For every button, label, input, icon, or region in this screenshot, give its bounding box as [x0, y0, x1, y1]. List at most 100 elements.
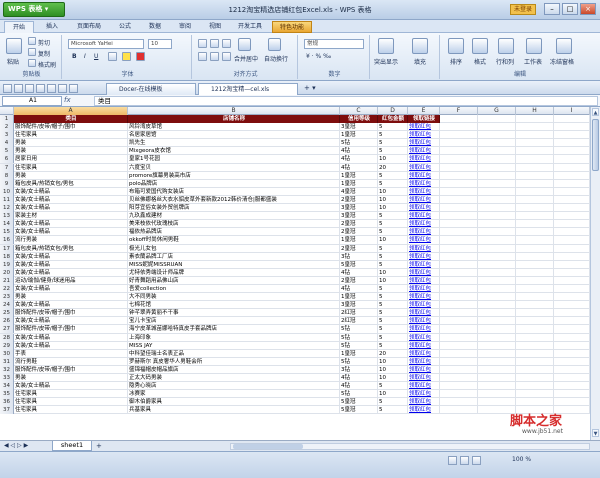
row-header[interactable]: 2: [0, 123, 14, 132]
table-cell[interactable]: 4钻: [340, 155, 378, 164]
table-cell[interactable]: 4钻: [340, 382, 378, 391]
row-header[interactable]: 18: [0, 252, 14, 261]
table-cell[interactable]: 5: [378, 284, 408, 293]
empty-cell[interactable]: [516, 204, 554, 213]
row-header[interactable]: 27: [0, 325, 14, 334]
vertical-scrollbar[interactable]: ▲ ▼: [590, 107, 600, 440]
empty-cell[interactable]: [516, 171, 554, 180]
table-cell[interactable]: 住宅家具: [14, 406, 128, 415]
table-cell[interactable]: 女装/女士精品: [14, 333, 128, 342]
table-cell[interactable]: 1皇冠: [340, 131, 378, 140]
empty-cell[interactable]: [516, 244, 554, 253]
empty-cell[interactable]: [554, 317, 590, 326]
claim-link[interactable]: 领取红包: [408, 398, 440, 407]
page-break-view-icon[interactable]: [472, 456, 481, 465]
claim-link[interactable]: 领取红包: [408, 171, 440, 180]
tab-home[interactable]: 开始: [4, 21, 34, 33]
table-cell[interactable]: 1皇冠: [340, 171, 378, 180]
table-cell[interactable]: 女装/女士精品: [14, 187, 128, 196]
empty-cell[interactable]: [440, 365, 478, 374]
empty-cell[interactable]: [478, 244, 516, 253]
font-color-icon[interactable]: [136, 52, 145, 61]
empty-cell[interactable]: [554, 260, 590, 269]
empty-cell[interactable]: [440, 284, 478, 293]
empty-cell[interactable]: [554, 244, 590, 253]
cut-button[interactable]: 剪切: [38, 38, 50, 47]
name-box[interactable]: A1: [2, 96, 62, 106]
row-header[interactable]: 30: [0, 349, 14, 358]
sort-button[interactable]: 排序: [450, 57, 462, 66]
row-header[interactable]: 35: [0, 390, 14, 399]
empty-cell[interactable]: [478, 333, 516, 342]
table-cell[interactable]: 10: [378, 268, 408, 277]
table-cell[interactable]: 1皇冠: [340, 349, 378, 358]
empty-cell[interactable]: [440, 131, 478, 140]
row-header[interactable]: 25: [0, 309, 14, 318]
font-name-combo[interactable]: Microsoft YaHei: [68, 39, 144, 49]
sort-icon[interactable]: [448, 38, 464, 54]
align-top-icon[interactable]: [198, 39, 207, 48]
table-cell[interactable]: 3皇冠: [340, 301, 378, 310]
table-cell[interactable]: 2红冠: [340, 309, 378, 318]
table-cell[interactable]: 服饰配件/皮带/帽子/围巾: [14, 325, 128, 334]
empty-cell[interactable]: [440, 220, 478, 229]
claim-link[interactable]: 领取红包: [408, 163, 440, 172]
empty-cell[interactable]: [478, 187, 516, 196]
empty-cell[interactable]: [516, 195, 554, 204]
empty-cell[interactable]: [478, 123, 516, 132]
table-cell[interactable]: 七棉花馆: [128, 301, 340, 310]
table-cell[interactable]: 5皇冠: [340, 260, 378, 269]
table-cell[interactable]: 居家日用: [14, 155, 128, 164]
table-cell[interactable]: 5: [378, 382, 408, 391]
empty-cell[interactable]: [516, 228, 554, 237]
empty-cell[interactable]: [440, 260, 478, 269]
scroll-down-icon[interactable]: ▼: [592, 429, 599, 437]
table-cell[interactable]: 布箱可爱国代购女装店: [128, 187, 340, 196]
column-header-b[interactable]: B: [128, 107, 340, 115]
scroll-up-icon[interactable]: ▲: [592, 108, 599, 116]
tab-insert[interactable]: 插入: [38, 21, 66, 33]
column-header-c[interactable]: C: [340, 107, 378, 115]
table-cell[interactable]: 风铃湾皮草馆: [128, 123, 340, 132]
table-cell[interactable]: 女装/女士精品: [14, 317, 128, 326]
merge-center-button[interactable]: 合并居中: [234, 54, 258, 63]
claim-link[interactable]: 领取红包: [408, 123, 440, 132]
table-cell[interactable]: 1皇冠: [340, 236, 378, 245]
empty-cell[interactable]: [440, 382, 478, 391]
column-header-d[interactable]: D: [378, 107, 408, 115]
empty-cell[interactable]: [440, 244, 478, 253]
table-cell[interactable]: 名居家居馆: [128, 131, 340, 140]
empty-cell[interactable]: [516, 115, 554, 123]
table-cell[interactable]: 2红冠: [340, 317, 378, 326]
empty-cell[interactable]: [554, 187, 590, 196]
copy-icon[interactable]: [28, 48, 36, 56]
row-header[interactable]: 32: [0, 365, 14, 374]
table-cell[interactable]: 5: [378, 139, 408, 148]
save-icon[interactable]: [25, 84, 34, 93]
row-header[interactable]: 26: [0, 317, 14, 326]
empty-cell[interactable]: [440, 155, 478, 164]
row-header[interactable]: 6: [0, 155, 14, 164]
empty-cell[interactable]: [478, 309, 516, 318]
table-cell[interactable]: 5: [378, 171, 408, 180]
table-cell[interactable]: 钟芊翠弄黄丽不干事: [128, 309, 340, 318]
empty-cell[interactable]: [516, 131, 554, 140]
claim-link[interactable]: 领取红包: [408, 187, 440, 196]
table-cell[interactable]: 吾爱collection: [128, 284, 340, 293]
table-cell[interactable]: okkoff时尚休闲男鞋: [128, 236, 340, 245]
table-cell[interactable]: 男装: [14, 171, 128, 180]
bold-button[interactable]: B: [72, 53, 77, 60]
copy-button[interactable]: 复制: [38, 49, 50, 58]
table-cell[interactable]: 福依热品牌店: [128, 228, 340, 237]
empty-cell[interactable]: [440, 204, 478, 213]
formula-input[interactable]: 类目: [94, 96, 598, 106]
table-cell[interactable]: 10: [378, 390, 408, 399]
empty-cell[interactable]: [554, 382, 590, 391]
empty-cell[interactable]: [440, 390, 478, 399]
table-cell[interactable]: 5: [378, 333, 408, 342]
table-cell[interactable]: 隐秀心晓店: [128, 382, 340, 391]
table-cell[interactable]: 5: [378, 179, 408, 188]
table-cell[interactable]: 2皇冠: [340, 220, 378, 229]
empty-cell[interactable]: [478, 155, 516, 164]
doc-tab-current[interactable]: 1212淘宝精—cel.xls: [198, 83, 298, 95]
